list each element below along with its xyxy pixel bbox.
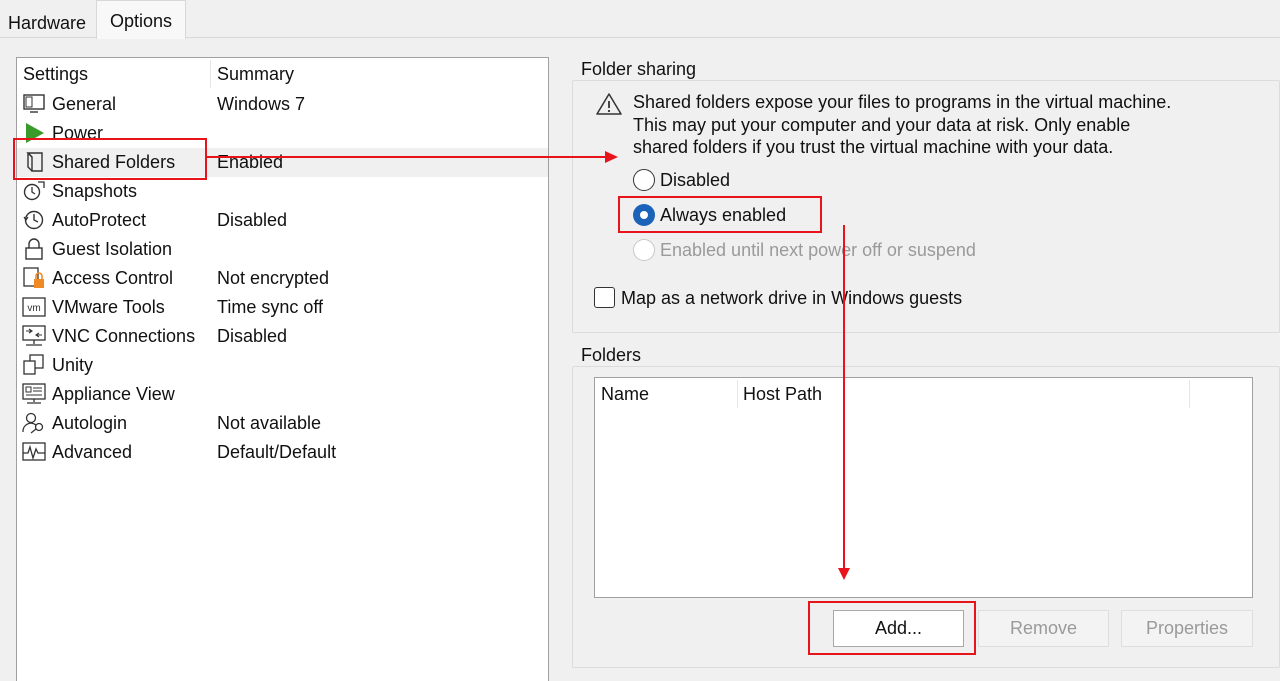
arrow-to-add-button	[838, 225, 850, 580]
annotation-arrows	[207, 151, 850, 580]
arrow-to-folder-sharing	[207, 151, 618, 163]
